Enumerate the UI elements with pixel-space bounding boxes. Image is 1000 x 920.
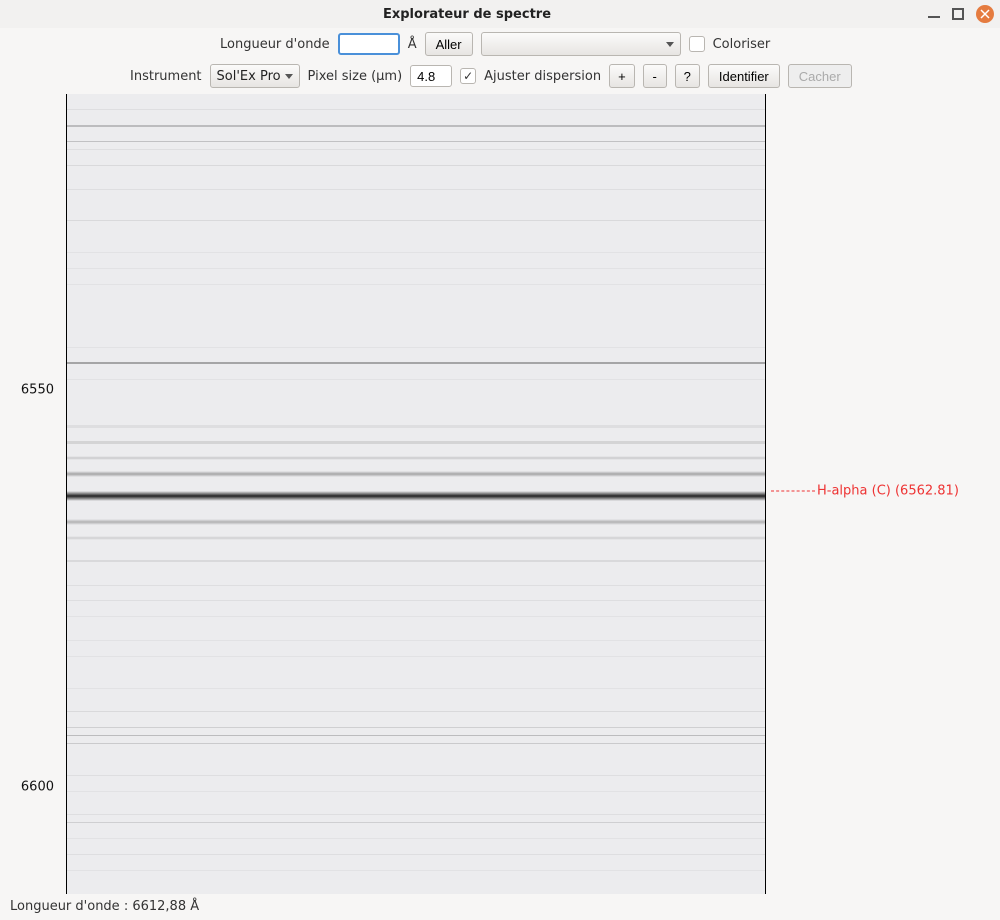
line-annotation: H-alpha (C) (6562.81) — [771, 484, 959, 499]
pixel-size-label: Pixel size (µm) — [308, 69, 403, 84]
adjust-dispersion-checkbox[interactable] — [460, 68, 476, 84]
absorption-line — [67, 735, 765, 736]
status-text: Longueur d'onde : 6612,88 Å — [10, 899, 199, 914]
absorption-line — [67, 441, 765, 444]
absorption-line — [67, 814, 765, 815]
absorption-line — [67, 711, 765, 712]
titlebar: Explorateur de spectre — [0, 0, 1000, 28]
status-bar: Longueur d'onde : 6612,88 Å — [0, 894, 1000, 918]
chevron-down-icon — [285, 74, 293, 79]
absorption-line — [67, 688, 765, 689]
annotation-label: H-alpha (C) (6562.81) — [817, 484, 959, 499]
wavelength-input[interactable] — [338, 33, 400, 55]
chevron-down-icon — [666, 42, 674, 47]
absorption-line — [67, 560, 765, 562]
spectral-line-combo[interactable] — [481, 32, 681, 56]
go-button[interactable]: Aller — [425, 32, 473, 56]
absorption-line — [67, 491, 765, 501]
absorption-line — [67, 616, 765, 617]
absorption-line — [67, 822, 765, 823]
absorption-line — [67, 125, 765, 127]
absorption-line — [67, 585, 765, 586]
spectrum-canvas[interactable] — [66, 94, 766, 894]
absorption-line — [67, 743, 765, 744]
absorption-line — [67, 109, 765, 110]
close-icon[interactable] — [976, 5, 994, 23]
wavelength-unit: Å — [408, 37, 417, 52]
absorption-line — [67, 149, 765, 150]
minus-button[interactable]: - — [643, 64, 667, 88]
absorption-line — [67, 425, 765, 428]
adjust-dispersion-label: Ajuster dispersion — [484, 69, 601, 84]
absorption-line — [67, 519, 765, 525]
absorption-line — [67, 870, 765, 871]
absorption-line — [67, 141, 765, 142]
absorption-line — [67, 252, 765, 253]
toolbar-row-2: Instrument Sol'Ex Pro Pixel size (µm) Aj… — [0, 60, 1000, 92]
absorption-line — [67, 727, 765, 728]
absorption-line — [67, 656, 765, 657]
maximize-icon[interactable] — [952, 8, 964, 20]
hide-button: Cacher — [788, 64, 852, 88]
help-button[interactable]: ? — [675, 64, 700, 88]
absorption-line — [67, 600, 765, 601]
instrument-combo[interactable]: Sol'Ex Pro — [210, 64, 300, 88]
colorize-label: Coloriser — [713, 37, 771, 52]
plus-button[interactable]: + — [609, 64, 635, 88]
toolbar-row-1: Longueur d'onde Å Aller Coloriser — [0, 28, 1000, 60]
absorption-line — [67, 220, 765, 221]
absorption-line — [67, 838, 765, 839]
absorption-line — [67, 268, 765, 269]
absorption-line — [67, 640, 765, 641]
absorption-line — [67, 379, 765, 380]
absorption-line — [67, 456, 765, 460]
absorption-line — [67, 189, 765, 190]
absorption-line — [67, 471, 765, 477]
absorption-line — [67, 854, 765, 855]
absorption-line — [67, 165, 765, 166]
spectrum-plot[interactable]: 6550 6600 H-alpha (C) (6562.81) — [6, 94, 994, 894]
y-tick-label: 6600 — [21, 780, 54, 795]
absorption-line — [67, 775, 765, 776]
y-tick-label: 6550 — [21, 383, 54, 398]
absorption-line — [67, 362, 765, 364]
colorize-checkbox[interactable] — [689, 36, 705, 52]
pixel-size-input[interactable] — [410, 65, 452, 87]
absorption-line — [67, 791, 765, 792]
absorption-line — [67, 284, 765, 285]
instrument-label: Instrument — [130, 69, 202, 84]
identify-button[interactable]: Identifier — [708, 64, 780, 88]
wavelength-label: Longueur d'onde — [220, 37, 330, 52]
absorption-line — [67, 536, 765, 540]
minimize-icon[interactable] — [928, 8, 940, 20]
absorption-line — [67, 347, 765, 348]
annotation-dash — [771, 491, 815, 492]
window-title: Explorateur de spectre — [6, 7, 928, 22]
instrument-value: Sol'Ex Pro — [217, 69, 281, 84]
